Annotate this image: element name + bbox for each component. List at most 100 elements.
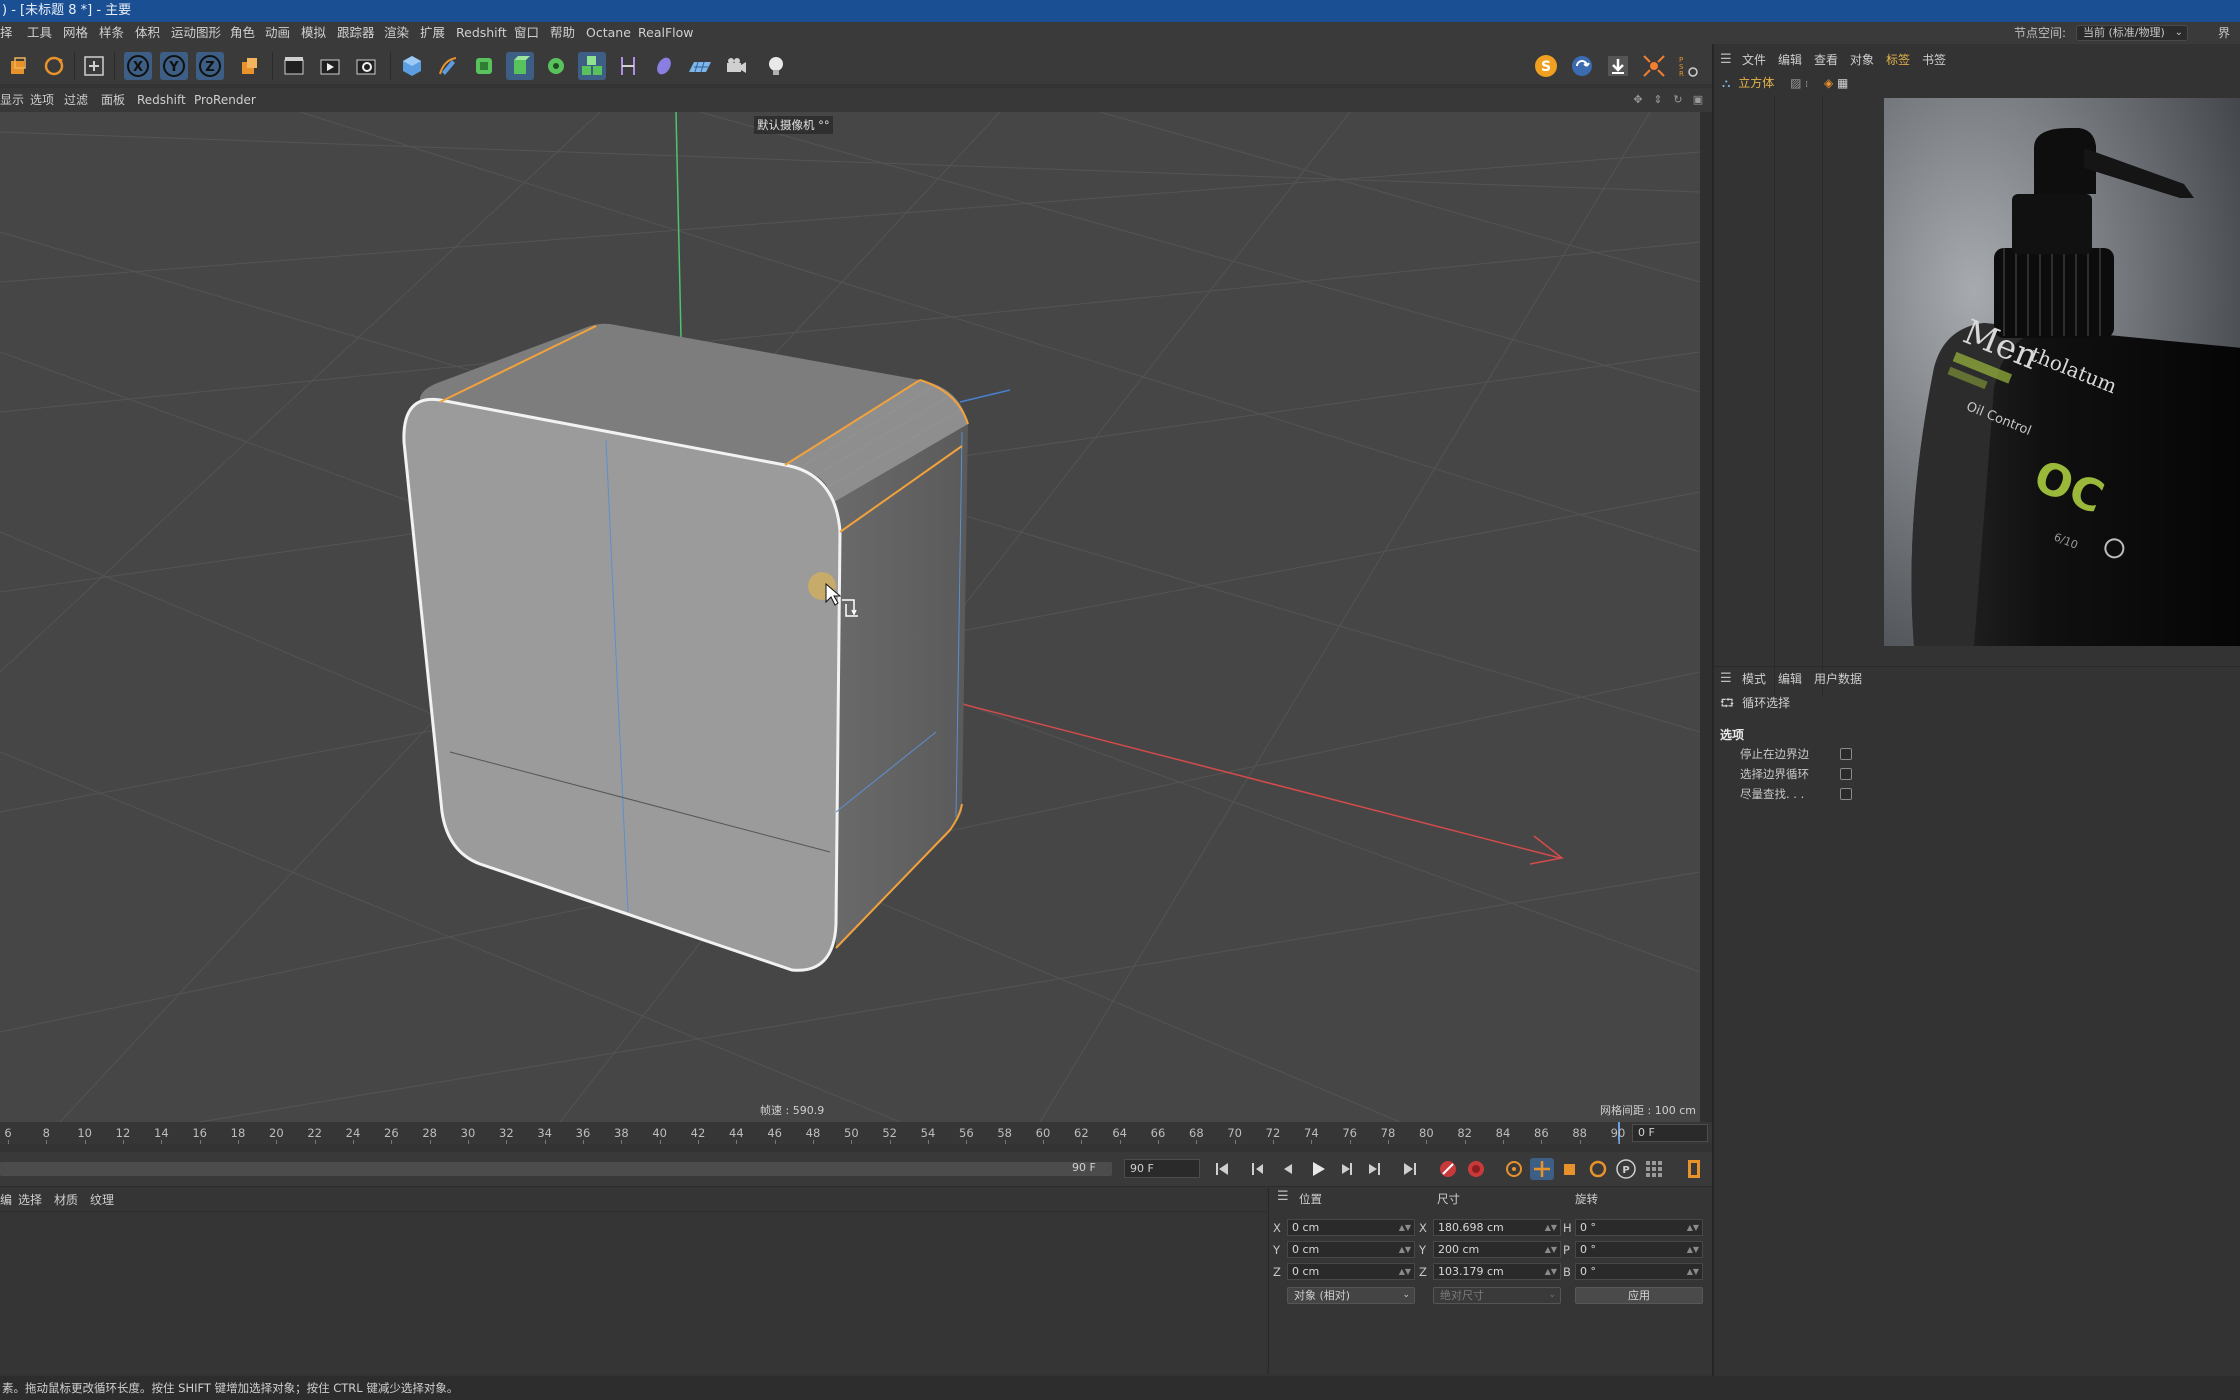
layer-toggle-icon[interactable]: ▨	[1790, 76, 1801, 90]
render-settings-icon[interactable]	[352, 52, 380, 80]
camera-icon[interactable]	[722, 52, 750, 80]
orbit-view-icon[interactable]: ↻	[1672, 94, 1684, 106]
rotation-p-field[interactable]: 0 ° ▲▼	[1575, 1241, 1703, 1258]
preview-range-slider[interactable]	[0, 1162, 1112, 1176]
go-to-start-icon[interactable]	[1210, 1158, 1234, 1180]
viewport-scrollbar[interactable]	[1700, 112, 1712, 1122]
size-mode-dropdown[interactable]: 绝对尺寸 ⌄	[1433, 1287, 1561, 1304]
menu-spline[interactable]: 样条	[99, 22, 124, 44]
menu-tools[interactable]: 工具	[27, 22, 52, 44]
menu-character[interactable]: 角色	[230, 22, 255, 44]
auto-keying-icon[interactable]	[1464, 1158, 1488, 1180]
key-rotation-icon[interactable]	[1586, 1158, 1610, 1180]
maximize-view-icon[interactable]: ▣	[1692, 94, 1704, 106]
stop-at-boundary-checkbox[interactable]	[1840, 748, 1852, 760]
play-icon[interactable]	[1306, 1158, 1330, 1180]
om-menu-file[interactable]: 文件	[1742, 50, 1766, 70]
position-z-field[interactable]: 0 cm ▲▼	[1287, 1263, 1415, 1280]
size-x-field[interactable]: 180.698 cm ▲▼	[1433, 1219, 1561, 1236]
3d-viewport[interactable]: 默认摄像机 °° 帧速 : 590.9 网格间距 : 100 cm	[0, 112, 1700, 1122]
menu-window[interactable]: 窗口	[514, 22, 539, 44]
menu-octane[interactable]: Octane	[586, 22, 631, 44]
am-menu-user-data[interactable]: 用户数据	[1814, 669, 1862, 689]
vp-menu-filter[interactable]: 过滤	[64, 88, 88, 112]
vp-menu-options[interactable]: 选项	[30, 88, 54, 112]
hamburger-menu-icon[interactable]: ☰	[1277, 1189, 1289, 1204]
prev-frame-icon[interactable]	[1276, 1158, 1300, 1180]
option-select-boundary-loop[interactable]: 选择边界循环	[1740, 766, 1852, 782]
lock-z-axis-icon[interactable]: Z	[196, 52, 224, 80]
coordinate-mode-dropdown[interactable]: 对象 (相对) ⌄	[1287, 1287, 1415, 1304]
download-icon[interactable]	[1604, 52, 1632, 80]
next-key-icon[interactable]	[1362, 1158, 1386, 1180]
pen-spline-icon[interactable]	[434, 52, 462, 80]
menu-extensions[interactable]: 扩展	[420, 22, 445, 44]
om-menu-tags[interactable]: 标签	[1886, 50, 1910, 70]
menu-render[interactable]: 渲染	[384, 22, 409, 44]
hamburger-menu-icon[interactable]: ☰	[1720, 669, 1732, 689]
subdivision-surface-icon[interactable]	[470, 52, 498, 80]
coordinate-system-icon[interactable]	[236, 52, 264, 80]
om-menu-view[interactable]: 查看	[1814, 50, 1838, 70]
phong-tag-icon[interactable]: ◈	[1824, 76, 1833, 90]
rotation-h-field[interactable]: 0 ° ▲▼	[1575, 1219, 1703, 1236]
option-greedy-search[interactable]: 尽量查找. . .	[1740, 786, 1852, 802]
texture-tag-icon[interactable]: ▦	[1837, 76, 1848, 90]
mograph-cloner-icon[interactable]	[578, 52, 606, 80]
menu-help[interactable]: 帮助	[550, 22, 575, 44]
material-menu-material[interactable]: 材质	[54, 1191, 78, 1208]
explode-icon[interactable]	[1640, 52, 1668, 80]
rotation-b-field[interactable]: 0 ° ▲▼	[1575, 1263, 1703, 1280]
next-frame-icon[interactable]	[1334, 1158, 1358, 1180]
key-position-icon[interactable]	[1530, 1158, 1554, 1180]
lock-x-axis-icon[interactable]: X	[124, 52, 152, 80]
plugin-s-icon[interactable]: S	[1532, 52, 1560, 80]
material-menu-create[interactable]: 编	[0, 1191, 12, 1208]
position-x-field[interactable]: 0 cm ▲▼	[1287, 1219, 1415, 1236]
vp-menu-display[interactable]: 显示	[0, 88, 24, 112]
lock-y-axis-icon[interactable]: Y	[160, 52, 188, 80]
option-stop-at-boundary[interactable]: 停止在边界边	[1740, 746, 1852, 762]
am-menu-edit[interactable]: 编辑	[1778, 669, 1802, 689]
position-y-field[interactable]: 0 cm ▲▼	[1287, 1241, 1415, 1258]
move-tool-icon[interactable]	[80, 52, 108, 80]
render-view-icon[interactable]	[280, 52, 308, 80]
hamburger-menu-icon[interactable]: ☰	[1720, 50, 1732, 70]
current-frame-field[interactable]: 0 F	[1632, 1124, 1708, 1142]
light-icon[interactable]	[762, 52, 790, 80]
plugin-recycle-icon[interactable]	[1568, 52, 1596, 80]
record-keys-icon[interactable]	[1436, 1158, 1460, 1180]
range-end-field[interactable]: 90 F	[1124, 1159, 1200, 1178]
menu-select[interactable]: 择	[0, 22, 13, 44]
node-space-select[interactable]: 当前 (标准/物理) ⌄	[2076, 25, 2188, 41]
menu-animation[interactable]: 动画	[265, 22, 290, 44]
menu-mesh[interactable]: 网格	[63, 22, 88, 44]
dolly-view-icon[interactable]: ⇕	[1652, 94, 1664, 106]
key-parameter-icon[interactable]: P	[1614, 1158, 1638, 1180]
timeline-window-icon[interactable]	[1682, 1158, 1708, 1180]
menu-volume[interactable]: 体积	[135, 22, 160, 44]
om-menu-object[interactable]: 对象	[1850, 50, 1874, 70]
pan-view-icon[interactable]: ✥	[1632, 94, 1644, 106]
menu-realflow[interactable]: RealFlow	[638, 22, 693, 44]
extrude-generator-icon[interactable]	[506, 52, 534, 80]
om-menu-bookmarks[interactable]: 书签	[1922, 50, 1946, 70]
am-menu-mode[interactable]: 模式	[1742, 669, 1766, 689]
psr-reset-icon[interactable]: PSR	[1674, 52, 1700, 80]
render-to-picture-viewer-icon[interactable]	[316, 52, 344, 80]
vp-menu-prorender[interactable]: ProRender	[194, 88, 256, 112]
greedy-search-checkbox[interactable]	[1840, 788, 1852, 800]
field-icon[interactable]	[650, 52, 678, 80]
menu-simulate[interactable]: 模拟	[301, 22, 326, 44]
om-menu-edit[interactable]: 编辑	[1778, 50, 1802, 70]
apply-button[interactable]: 应用	[1575, 1287, 1703, 1304]
menu-tracker[interactable]: 跟踪器	[337, 22, 375, 44]
size-y-field[interactable]: 200 cm ▲▼	[1433, 1241, 1561, 1258]
floor-environment-icon[interactable]	[686, 52, 714, 80]
go-to-end-icon[interactable]	[1398, 1158, 1422, 1180]
vp-menu-panel[interactable]: 面板	[101, 88, 125, 112]
visibility-dots-icon[interactable]: ⁞	[1805, 80, 1808, 90]
select-boundary-loop-checkbox[interactable]	[1840, 768, 1852, 780]
menu-redshift[interactable]: Redshift	[456, 22, 507, 44]
cloner-icon[interactable]	[542, 52, 570, 80]
